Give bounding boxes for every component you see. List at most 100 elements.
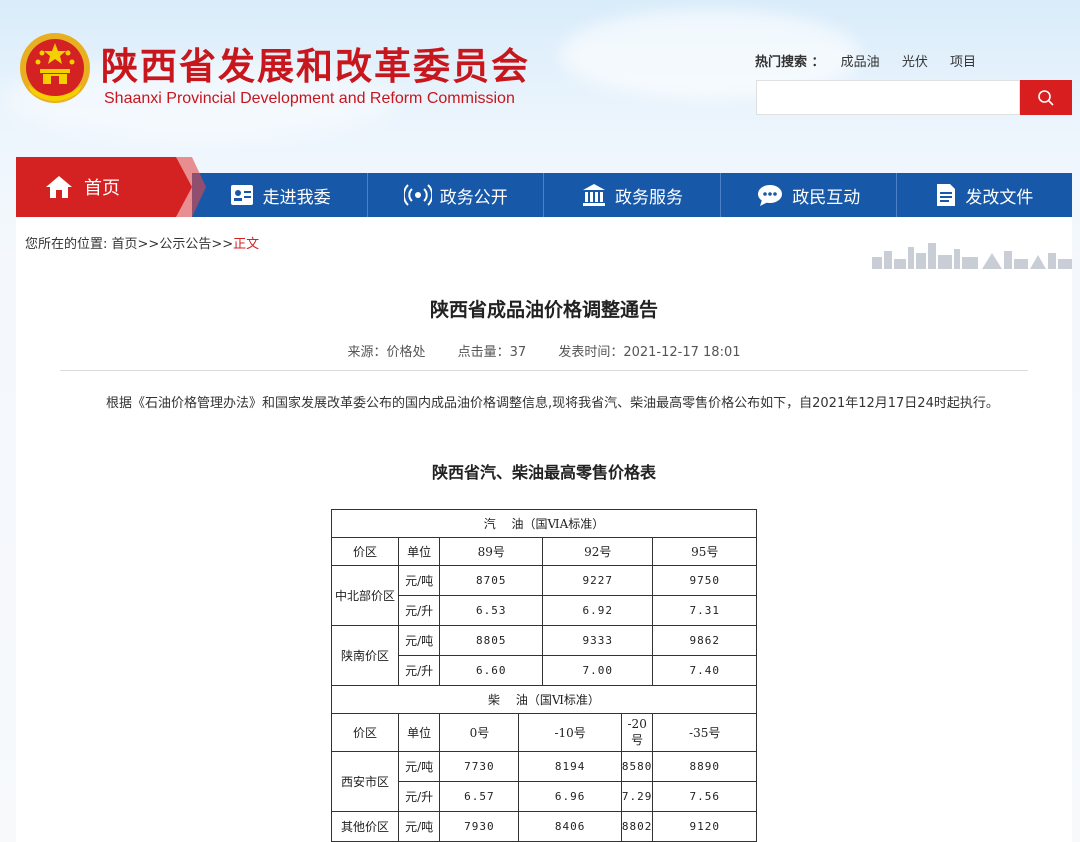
article-container: 陕西省成品油价格调整通告 来源：价格处 点击量：37 发表时间：2021-12-… [16, 269, 1072, 842]
column-header: -35号 [652, 713, 757, 752]
price-cell: 6.53 [439, 595, 544, 626]
column-header: 价区 [331, 537, 399, 566]
article-clicks: 点击量：37 [457, 345, 527, 360]
breadcrumb-prefix: 您所在的位置: [25, 237, 112, 252]
id-card-icon [229, 182, 255, 208]
nav-home-label: 首页 [84, 178, 120, 199]
table-row: 陕南价区 元/吨 8805 9333 9862 [331, 625, 757, 686]
article-title: 陕西省成品油价格调整通告 [429, 299, 658, 321]
column-header: 95号 [652, 537, 757, 566]
nav-item-gov-service[interactable]: 政务服务 [543, 173, 719, 217]
nav-item-label: 政民互动 [792, 187, 861, 208]
column-header: 0号 [439, 713, 520, 752]
price-cell: 8705 [439, 565, 544, 596]
column-header: -10号 [518, 713, 622, 752]
price-cell: 7.00 [542, 655, 654, 686]
divider [60, 370, 1028, 371]
breadcrumb-section[interactable]: 公示公告 [159, 237, 211, 252]
unit-cell: 元/吨 [397, 565, 441, 596]
region-cell: 陕南价区 [331, 625, 399, 686]
column-header: 92号 [542, 537, 654, 566]
price-cell: 6.57 [439, 781, 520, 812]
price-table: 汽 油（国ⅥA标准） 价区 单位 89号 92号 95号 中北部价区 元/吨 8… [331, 509, 757, 842]
price-cell: 8194 [518, 751, 622, 782]
hot-search-item[interactable]: 光伏 [902, 55, 928, 70]
city-skyline-icon [872, 243, 1072, 269]
hot-search-label: 热门搜索 ： [755, 55, 825, 70]
table-title: 陕西省汽、柴油最高零售价格表 [431, 463, 656, 482]
chat-bubble-icon [756, 182, 784, 208]
hot-search-item[interactable]: 项目 [950, 55, 976, 70]
site-title-cn[interactable]: 陕西省发展和改革委员会 [101, 36, 530, 90]
breadcrumb-bar: 您所在的位置: 首页>>公示公告>>正文 [16, 217, 1072, 269]
national-emblem-icon[interactable] [18, 31, 92, 105]
nav-item-label: 政务服务 [615, 187, 683, 208]
breadcrumb-current: 正文 [233, 237, 260, 252]
search-input[interactable] [756, 80, 1020, 115]
main-nav: 走进我委 政务公开 政务服务 政民互动 发改文件 首页 [16, 157, 1072, 217]
nav-item-interaction[interactable]: 政民互动 [719, 173, 896, 217]
price-cell: 9227 [542, 565, 654, 596]
price-cell: 7.31 [652, 595, 757, 626]
price-cell: 8802 [620, 811, 654, 842]
price-cell: 9333 [542, 625, 654, 656]
price-cell: 8805 [439, 625, 544, 656]
column-header: 89号 [439, 537, 544, 566]
diesel-header: 柴 油（国Ⅵ标准） [331, 685, 757, 714]
unit-cell: 元/升 [397, 595, 441, 626]
unit-cell: 元/吨 [397, 625, 441, 656]
price-cell: 9750 [652, 565, 757, 596]
price-cell: 8890 [652, 751, 757, 782]
nav-item-home[interactable]: 首页 [16, 157, 192, 217]
broadcast-icon [403, 182, 432, 208]
unit-cell: 元/升 [397, 781, 441, 812]
price-cell: 8406 [518, 811, 622, 842]
gasoline-header: 汽 油（国ⅥA标准） [331, 509, 757, 538]
table-row: 中北部价区 元/吨 8705 9227 9750 [331, 565, 757, 626]
nav-item-gov-open[interactable]: 政务公开 [367, 173, 543, 217]
search-icon [1038, 89, 1054, 106]
price-cell: 6.60 [439, 655, 544, 686]
price-cell: 9120 [652, 811, 757, 842]
region-cell: 西安市区 [331, 751, 399, 812]
hot-search: 热门搜索 ： 成品油 光伏 项目 [755, 51, 994, 70]
price-cell: 7.40 [652, 655, 757, 686]
region-cell: 其他价区 [331, 811, 399, 842]
column-header: -20号 [620, 713, 654, 752]
breadcrumb: 您所在的位置: 首页>>公示公告>>正文 [25, 233, 259, 252]
breadcrumb-home[interactable]: 首页 [112, 237, 138, 252]
nav-item-documents[interactable]: 发改文件 [895, 173, 1072, 217]
table-row: 西安市区 元/吨 7730 8194 8580 8890 [331, 751, 757, 812]
article-meta: 来源：价格处 点击量：37 发表时间：2021-12-17 18:01 [16, 341, 1072, 360]
document-icon [935, 182, 957, 208]
price-cell: 6.96 [518, 781, 622, 812]
unit-cell: 元/吨 [397, 811, 441, 842]
price-cell: 7.56 [652, 781, 757, 812]
nav-item-label: 发改文件 [965, 187, 1034, 208]
price-cell: 7.29 [620, 781, 654, 812]
article-source: 来源：价格处 [347, 345, 426, 360]
article-published: 发表时间：2021-12-17 18:01 [558, 345, 741, 360]
unit-cell: 元/升 [397, 655, 441, 686]
nav-item-label: 政务公开 [439, 187, 508, 208]
article-body: 根据《石油价格管理办法》和国家发展改革委公布的国内成品油价格调整信息,现将我省汽… [106, 396, 999, 411]
breadcrumb-separator: >> [211, 237, 234, 252]
hot-search-item[interactable]: 成品油 [841, 55, 880, 70]
price-cell: 6.92 [542, 595, 654, 626]
price-cell: 8580 [620, 751, 654, 782]
unit-cell: 元/吨 [397, 751, 441, 782]
nav-bar: 走进我委 政务公开 政务服务 政民互动 发改文件 [192, 173, 1072, 217]
breadcrumb-separator: >> [137, 237, 160, 252]
price-cell: 7730 [439, 751, 520, 782]
nav-item-about[interactable]: 走进我委 [192, 173, 367, 217]
price-cell: 9862 [652, 625, 757, 656]
building-icon [581, 182, 607, 208]
region-cell: 中北部价区 [331, 565, 399, 626]
column-header: 单位 [397, 537, 441, 566]
site-title-en: Shaanxi Provincial Development and Refor… [104, 90, 515, 107]
column-header: 单位 [397, 713, 441, 752]
table-row: 其他价区 元/吨 7930 8406 8802 9120 [331, 811, 757, 842]
search-button[interactable] [1020, 80, 1072, 115]
column-header: 价区 [331, 713, 399, 752]
site-header: 陕西省发展和改革委员会 Shaanxi Provincial Developme… [0, 0, 1080, 157]
